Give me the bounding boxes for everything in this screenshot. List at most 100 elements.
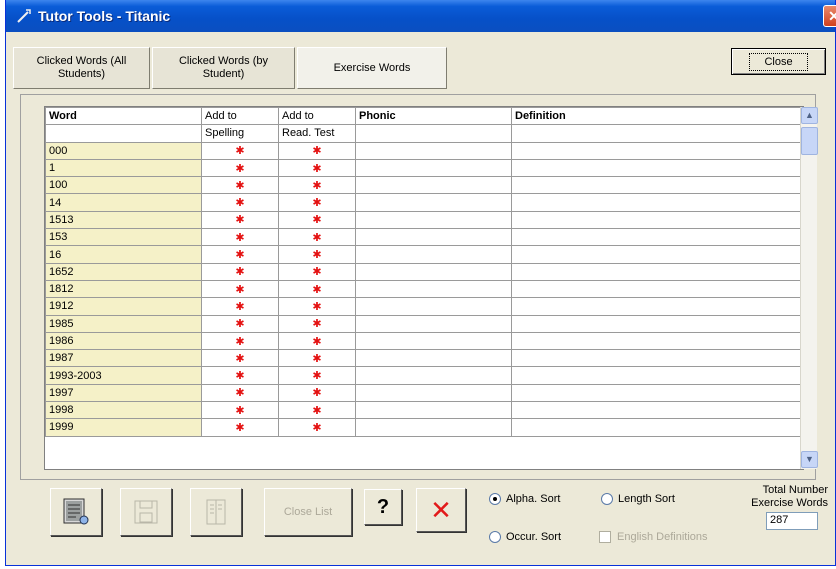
list-button[interactable]: [190, 488, 242, 536]
add-read-test-cell[interactable]: ✱: [278, 210, 356, 230]
add-spelling-cell[interactable]: ✱: [201, 279, 279, 299]
col-header-definition[interactable]: Definition: [511, 107, 803, 126]
definition-cell[interactable]: [511, 210, 803, 230]
definition-cell[interactable]: [511, 331, 803, 351]
word-cell[interactable]: 14: [45, 193, 202, 212]
add-spelling-cell[interactable]: ✱: [201, 418, 279, 437]
add-spelling-cell[interactable]: ✱: [201, 349, 279, 368]
word-cell[interactable]: 100: [45, 176, 202, 195]
definition-cell[interactable]: [511, 176, 803, 195]
view-list-button[interactable]: [50, 488, 102, 536]
scroll-thumb[interactable]: [801, 127, 818, 155]
phonic-cell[interactable]: [355, 401, 512, 420]
add-read-test-cell[interactable]: ✱: [278, 193, 356, 212]
add-spelling-cell[interactable]: ✱: [201, 228, 279, 247]
add-spelling-cell[interactable]: ✱: [201, 245, 279, 264]
add-spelling-cell[interactable]: ✱: [201, 262, 279, 281]
table-row[interactable]: 153 ✱ ✱: [45, 228, 803, 247]
add-spelling-cell[interactable]: ✱: [201, 210, 279, 230]
definition-cell[interactable]: [511, 314, 803, 333]
phonic-cell[interactable]: [355, 158, 512, 178]
add-read-test-cell[interactable]: ✱: [278, 401, 356, 420]
add-spelling-cell[interactable]: ✱: [201, 331, 279, 351]
word-cell[interactable]: 1993-2003: [45, 366, 202, 385]
word-cell[interactable]: 1513: [45, 210, 202, 230]
table-row[interactable]: 1812 ✱ ✱: [45, 279, 803, 299]
definition-cell[interactable]: [511, 418, 803, 437]
definition-cell[interactable]: [511, 383, 803, 403]
table-row[interactable]: 1513 ✱ ✱: [45, 210, 803, 230]
definition-cell[interactable]: [511, 158, 803, 178]
add-spelling-cell[interactable]: ✱: [201, 383, 279, 403]
table-row[interactable]: 100 ✱ ✱: [45, 176, 803, 195]
words-grid[interactable]: Word Add to Add to Phonic Definition Spe…: [44, 106, 804, 470]
tab-clicked-words-by-student[interactable]: Clicked Words (by Student): [152, 47, 295, 89]
col-header-word[interactable]: Word: [45, 107, 202, 126]
phonic-cell[interactable]: [355, 228, 512, 247]
phonic-cell[interactable]: [355, 193, 512, 212]
radio-icon[interactable]: [489, 493, 501, 505]
vertical-scrollbar[interactable]: ▲ ▼: [800, 107, 818, 469]
word-cell[interactable]: 1998: [45, 401, 202, 420]
window-close-icon[interactable]: ✕: [823, 5, 836, 27]
add-read-test-cell[interactable]: ✱: [278, 176, 356, 195]
phonic-cell[interactable]: [355, 279, 512, 299]
table-row[interactable]: 1987 ✱ ✱: [45, 349, 803, 368]
col-header-add-spelling[interactable]: Add to: [201, 107, 279, 126]
word-cell[interactable]: 1812: [45, 279, 202, 299]
word-cell[interactable]: 000: [45, 141, 202, 160]
phonic-cell[interactable]: [355, 418, 512, 437]
table-row[interactable]: 14 ✱ ✱: [45, 193, 803, 212]
add-read-test-cell[interactable]: ✱: [278, 331, 356, 351]
table-row[interactable]: 1912 ✱ ✱: [45, 297, 803, 316]
phonic-cell[interactable]: [355, 383, 512, 403]
definition-cell[interactable]: [511, 262, 803, 281]
word-cell[interactable]: 1987: [45, 349, 202, 368]
add-read-test-cell[interactable]: ✱: [278, 262, 356, 281]
definition-cell[interactable]: [511, 297, 803, 316]
word-cell[interactable]: 1999: [45, 418, 202, 437]
table-row[interactable]: 1985 ✱ ✱: [45, 314, 803, 333]
phonic-cell[interactable]: [355, 141, 512, 160]
definition-cell[interactable]: [511, 366, 803, 385]
word-cell[interactable]: 16: [45, 245, 202, 264]
phonic-cell[interactable]: [355, 262, 512, 281]
word-cell[interactable]: 1997: [45, 383, 202, 403]
phonic-cell[interactable]: [355, 366, 512, 385]
add-read-test-cell[interactable]: ✱: [278, 366, 356, 385]
phonic-cell[interactable]: [355, 245, 512, 264]
add-read-test-cell[interactable]: ✱: [278, 245, 356, 264]
table-row[interactable]: 1652 ✱ ✱: [45, 262, 803, 281]
add-spelling-cell[interactable]: ✱: [201, 297, 279, 316]
definition-cell[interactable]: [511, 349, 803, 368]
scroll-down-icon[interactable]: ▼: [801, 451, 818, 468]
definition-cell[interactable]: [511, 193, 803, 212]
word-cell[interactable]: 1986: [45, 331, 202, 351]
close-button[interactable]: Close: [731, 48, 826, 75]
delete-button[interactable]: ✕: [416, 488, 466, 532]
add-read-test-cell[interactable]: ✱: [278, 418, 356, 437]
save-button[interactable]: [120, 488, 172, 536]
word-cell[interactable]: 153: [45, 228, 202, 247]
tab-clicked-words-all[interactable]: Clicked Words (All Students): [13, 47, 150, 89]
length-sort-option[interactable]: Length Sort: [601, 493, 675, 505]
definition-cell[interactable]: [511, 279, 803, 299]
add-spelling-cell[interactable]: ✱: [201, 366, 279, 385]
radio-icon[interactable]: [489, 531, 501, 543]
word-cell[interactable]: 1912: [45, 297, 202, 316]
close-list-button[interactable]: Close List: [264, 488, 352, 536]
phonic-cell[interactable]: [355, 297, 512, 316]
add-spelling-cell[interactable]: ✱: [201, 193, 279, 212]
phonic-cell[interactable]: [355, 331, 512, 351]
radio-icon[interactable]: [601, 493, 613, 505]
occur-sort-option[interactable]: Occur. Sort: [489, 531, 561, 543]
table-row[interactable]: 1 ✱ ✱: [45, 158, 803, 178]
add-read-test-cell[interactable]: ✱: [278, 228, 356, 247]
scroll-up-icon[interactable]: ▲: [801, 107, 818, 124]
total-exercise-words-field[interactable]: 287: [766, 512, 818, 530]
add-spelling-cell[interactable]: ✱: [201, 176, 279, 195]
english-definitions-option[interactable]: English Definitions: [599, 531, 708, 543]
add-read-test-cell[interactable]: ✱: [278, 141, 356, 160]
table-row[interactable]: 1993-2003 ✱ ✱: [45, 366, 803, 385]
tab-exercise-words[interactable]: Exercise Words: [297, 47, 447, 89]
